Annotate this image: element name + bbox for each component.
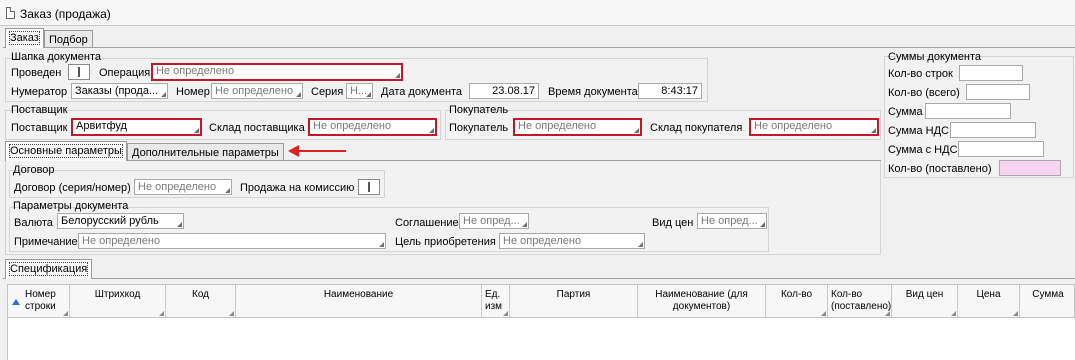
sum-with-vat-field[interactable] <box>958 141 1044 157</box>
tab-order[interactable]: Заказ <box>5 28 44 48</box>
rows-count-field[interactable] <box>959 65 1023 81</box>
buyer-group-title: Покупатель <box>449 104 509 116</box>
sum-with-vat-label: Сумма с НДС <box>888 144 958 156</box>
time-field[interactable]: 8:43:17 <box>638 83 702 99</box>
col-barcode[interactable]: Штрихкод <box>70 285 166 317</box>
purpose-field[interactable]: Не определено <box>499 233 645 249</box>
col-price-type[interactable]: Вид цен <box>892 285 958 317</box>
tab-specification[interactable]: Спецификация <box>5 259 93 279</box>
series-field[interactable]: Н... <box>346 83 373 99</box>
price-type-label: Вид цен <box>652 217 694 229</box>
supplier-label: Поставщик <box>11 122 68 134</box>
vat-label: Сумма НДС <box>888 125 949 137</box>
tab-additional-params[interactable]: Дополнительные параметры <box>127 143 284 161</box>
commission-checkbox[interactable] <box>358 179 380 195</box>
col-row-number[interactable]: Номер строки <box>22 285 70 317</box>
currency-label: Валюта <box>14 217 53 229</box>
sums-group-title: Суммы документа <box>888 51 982 63</box>
header-group-title: Шапка документа <box>11 51 102 63</box>
numerator-field[interactable]: Заказы (прода... <box>71 83 168 99</box>
arrow-annotation-line <box>298 150 346 152</box>
qty-delivered-field[interactable] <box>999 160 1061 176</box>
contract-group-title: Договор <box>13 164 55 176</box>
spec-table-header: Номер строки Штрихкод Код Наименование Е… <box>7 284 1075 318</box>
sum-field[interactable] <box>925 103 1011 119</box>
buyer-warehouse-field[interactable]: Не определено <box>749 118 879 136</box>
note-label: Примечание <box>14 236 78 248</box>
tab-selection[interactable]: Подбор <box>44 30 93 48</box>
purpose-label: Цель приобретения <box>395 236 496 248</box>
col-qty[interactable]: Кол-во <box>766 285 828 317</box>
operation-label: Операция <box>99 67 151 79</box>
window-title: Заказ (продажа) <box>20 7 111 21</box>
doc-params-group-title: Параметры документа <box>13 200 129 212</box>
contract-field[interactable]: Не определено <box>134 179 232 195</box>
posted-checkbox[interactable] <box>68 64 90 80</box>
agreement-label: Соглашение <box>395 217 459 229</box>
date-field[interactable]: 23.08.17 <box>469 83 539 99</box>
col-sum[interactable]: Сумма <box>1020 285 1075 317</box>
operation-field[interactable]: Не определено <box>151 63 403 81</box>
supplier-warehouse-field[interactable]: Не определено <box>308 118 437 136</box>
tab-additional-params-label: Дополнительные параметры <box>132 147 279 159</box>
spec-panel-border <box>3 278 1075 279</box>
tab-main-params-label: Основные параметры <box>9 144 123 158</box>
qty-total-label: Кол-во (всего) <box>888 87 960 99</box>
agreement-field[interactable]: Не опред... <box>459 213 529 229</box>
tab-selection-label: Подбор <box>49 34 88 46</box>
buyer-label: Покупатель <box>449 122 509 134</box>
col-price[interactable]: Цена <box>958 285 1020 317</box>
rows-count-label: Кол-во строк <box>888 68 953 80</box>
posted-label: Проведен <box>11 67 62 79</box>
document-icon <box>6 7 15 19</box>
price-type-field[interactable]: Не опред... <box>697 213 767 229</box>
commission-label: Продажа на комиссию <box>240 182 355 194</box>
sum-label: Сумма <box>888 106 923 118</box>
buyer-warehouse-label: Склад покупателя <box>650 122 743 134</box>
col-batch[interactable]: Партия <box>510 285 638 317</box>
supplier-group-title: Поставщик <box>11 104 68 116</box>
buyer-field[interactable]: Не определено <box>513 118 642 136</box>
tab-panel-border <box>3 47 1075 48</box>
number-field[interactable]: Не определено <box>211 83 303 99</box>
col-name[interactable]: Наименование <box>236 285 482 317</box>
supplier-field[interactable]: Арвитфуд <box>71 118 202 136</box>
series-label: Серия <box>311 86 344 98</box>
currency-field[interactable]: Белорусский рубль <box>57 213 184 229</box>
contract-label: Договор (серия/номер) <box>14 182 131 194</box>
col-doc-name[interactable]: Наименование (для документов) <box>638 285 766 317</box>
numerator-label: Нумератор <box>11 86 68 98</box>
date-label: Дата документа <box>381 86 463 98</box>
col-code[interactable]: Код <box>166 285 236 317</box>
number-label: Номер <box>176 86 210 98</box>
tab-order-label: Заказ <box>9 31 40 45</box>
col-unit[interactable]: Ед. изм <box>482 285 510 317</box>
spec-table-body[interactable] <box>7 318 1075 360</box>
note-field[interactable]: Не определено <box>78 233 386 249</box>
tab-specification-label: Спецификация <box>8 262 89 276</box>
qty-total-field[interactable] <box>966 84 1030 100</box>
vat-field[interactable] <box>950 122 1036 138</box>
supplier-warehouse-label: Склад поставщика <box>209 122 305 134</box>
tab-main-params[interactable]: Основные параметры <box>5 141 127 161</box>
sort-ascending-icon[interactable] <box>12 299 20 305</box>
time-label: Время документа <box>548 86 638 98</box>
qty-delivered-label: Кол-во (поставлено) <box>888 163 992 175</box>
col-qty-delivered[interactable]: Кол-во (поставлено) <box>828 285 892 317</box>
window-titlebar <box>0 0 1075 26</box>
